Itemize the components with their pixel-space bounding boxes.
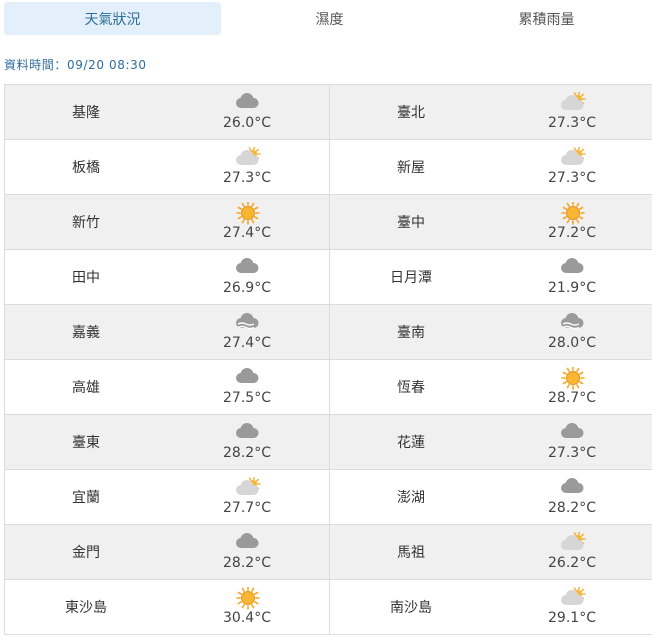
table-row: 宜蘭 27.7°C 澎湖 28.2°C: [4, 470, 652, 525]
tab-humidity[interactable]: 濕度: [221, 2, 438, 35]
station-name: 臺北: [397, 105, 425, 121]
haze-icon: [559, 312, 587, 332]
station-name: 田中: [72, 270, 100, 286]
station-cell: 恆春 28.7°C: [329, 360, 652, 414]
station-name: 基隆: [72, 105, 100, 121]
station-name: 嘉義: [72, 325, 100, 341]
station-cell: 田中 26.9°C: [4, 250, 329, 304]
station-cell: 宜蘭 27.7°C: [4, 470, 329, 524]
station-name: 澎湖: [397, 490, 425, 506]
station-name: 臺東: [72, 435, 100, 451]
station-name: 臺南: [397, 325, 425, 341]
table-row: 嘉義 27.4°C 臺南 28.0°C: [4, 305, 652, 360]
station-temperature: 26.9°C: [223, 280, 271, 296]
cloudy-icon: [234, 422, 262, 442]
station-name: 臺中: [397, 215, 425, 231]
partly-cloudy-icon: [559, 147, 587, 167]
station-cell: 新屋 27.3°C: [329, 140, 652, 194]
sunny-icon: [559, 202, 587, 225]
cloudy-icon: [234, 257, 262, 277]
station-temperature: 27.3°C: [548, 445, 596, 461]
station-name: 南沙島: [390, 600, 432, 616]
station-cell: 嘉義 27.4°C: [4, 305, 329, 359]
cloudy-icon: [234, 367, 262, 387]
table-row: 基隆 26.0°C 臺北 27.3°C: [4, 85, 652, 140]
cloudy-icon: [234, 92, 262, 112]
partly-cloudy-icon: [559, 587, 587, 607]
station-temperature: 27.7°C: [223, 500, 271, 516]
station-temperature: 29.1°C: [548, 610, 596, 626]
partly-cloudy-icon: [234, 147, 262, 167]
station-name: 宜蘭: [72, 490, 100, 506]
station-cell: 南沙島 29.1°C: [329, 580, 652, 634]
station-name: 新屋: [397, 160, 425, 176]
station-cell: 高雄 27.5°C: [4, 360, 329, 414]
cloudy-icon: [559, 257, 587, 277]
station-temperature: 30.4°C: [223, 610, 271, 626]
station-name: 馬祖: [397, 545, 425, 561]
partly-cloudy-icon: [559, 532, 587, 552]
station-temperature: 28.2°C: [223, 445, 271, 461]
station-name: 新竹: [72, 215, 100, 231]
table-row: 板橋 27.3°C 新屋 27.3°C: [4, 140, 652, 195]
station-temperature: 28.2°C: [548, 500, 596, 516]
station-temperature: 27.3°C: [223, 170, 271, 186]
station-temperature: 28.7°C: [548, 390, 596, 406]
station-name: 高雄: [72, 380, 100, 396]
partly-cloudy-icon: [234, 477, 262, 497]
tab-bar: 天氣狀況 濕度 累積雨量: [0, 0, 652, 40]
cloudy-icon: [234, 532, 262, 552]
station-cell: 新竹 27.4°C: [4, 195, 329, 249]
station-grid: 基隆 26.0°C 臺北 27.3°C 板橋 27.3°C 新屋 27.3°C …: [4, 84, 652, 635]
station-cell: 花蓮 27.3°C: [329, 415, 652, 469]
station-cell: 板橋 27.3°C: [4, 140, 329, 194]
station-cell: 日月潭 21.9°C: [329, 250, 652, 304]
station-cell: 臺南 28.0°C: [329, 305, 652, 359]
tab-weather[interactable]: 天氣狀況: [4, 2, 221, 35]
station-name: 板橋: [72, 160, 100, 176]
table-row: 臺東 28.2°C 花蓮 27.3°C: [4, 415, 652, 470]
sunny-icon: [234, 587, 262, 610]
station-temperature: 27.3°C: [548, 170, 596, 186]
station-temperature: 28.0°C: [548, 335, 596, 351]
station-cell: 臺北 27.3°C: [329, 85, 652, 139]
sunny-icon: [559, 367, 587, 390]
station-temperature: 26.2°C: [548, 555, 596, 571]
table-row: 東沙島 30.4°C 南沙島 29.1°C: [4, 580, 652, 635]
station-cell: 臺中 27.2°C: [329, 195, 652, 249]
station-name: 金門: [72, 545, 100, 561]
sunny-icon: [234, 202, 262, 225]
haze-icon: [234, 312, 262, 332]
station-name: 東沙島: [65, 600, 107, 616]
station-cell: 澎湖 28.2°C: [329, 470, 652, 524]
table-row: 田中 26.9°C 日月潭 21.9°C: [4, 250, 652, 305]
station-temperature: 21.9°C: [548, 280, 596, 296]
station-cell: 東沙島 30.4°C: [4, 580, 329, 634]
station-name: 日月潭: [390, 270, 432, 286]
station-temperature: 27.5°C: [223, 390, 271, 406]
station-cell: 金門 28.2°C: [4, 525, 329, 579]
table-row: 新竹 27.4°C 臺中 27.2°C: [4, 195, 652, 250]
station-temperature: 27.4°C: [223, 225, 271, 241]
station-cell: 基隆 26.0°C: [4, 85, 329, 139]
cloudy-icon: [559, 422, 587, 442]
table-row: 高雄 27.5°C 恆春 28.7°C: [4, 360, 652, 415]
table-row: 金門 28.2°C 馬祖 26.2°C: [4, 525, 652, 580]
station-temperature: 27.3°C: [548, 115, 596, 131]
station-temperature: 26.0°C: [223, 115, 271, 131]
station-cell: 臺東 28.2°C: [4, 415, 329, 469]
partly-cloudy-icon: [559, 92, 587, 112]
station-name: 恆春: [397, 380, 425, 396]
station-cell: 馬祖 26.2°C: [329, 525, 652, 579]
station-temperature: 27.2°C: [548, 225, 596, 241]
station-name: 花蓮: [397, 435, 425, 451]
data-timestamp: 資料時間：09/20 08:30: [4, 58, 147, 72]
cloudy-icon: [559, 477, 587, 497]
station-temperature: 27.4°C: [223, 335, 271, 351]
tab-rainfall[interactable]: 累積雨量: [438, 2, 652, 35]
station-temperature: 28.2°C: [223, 555, 271, 571]
